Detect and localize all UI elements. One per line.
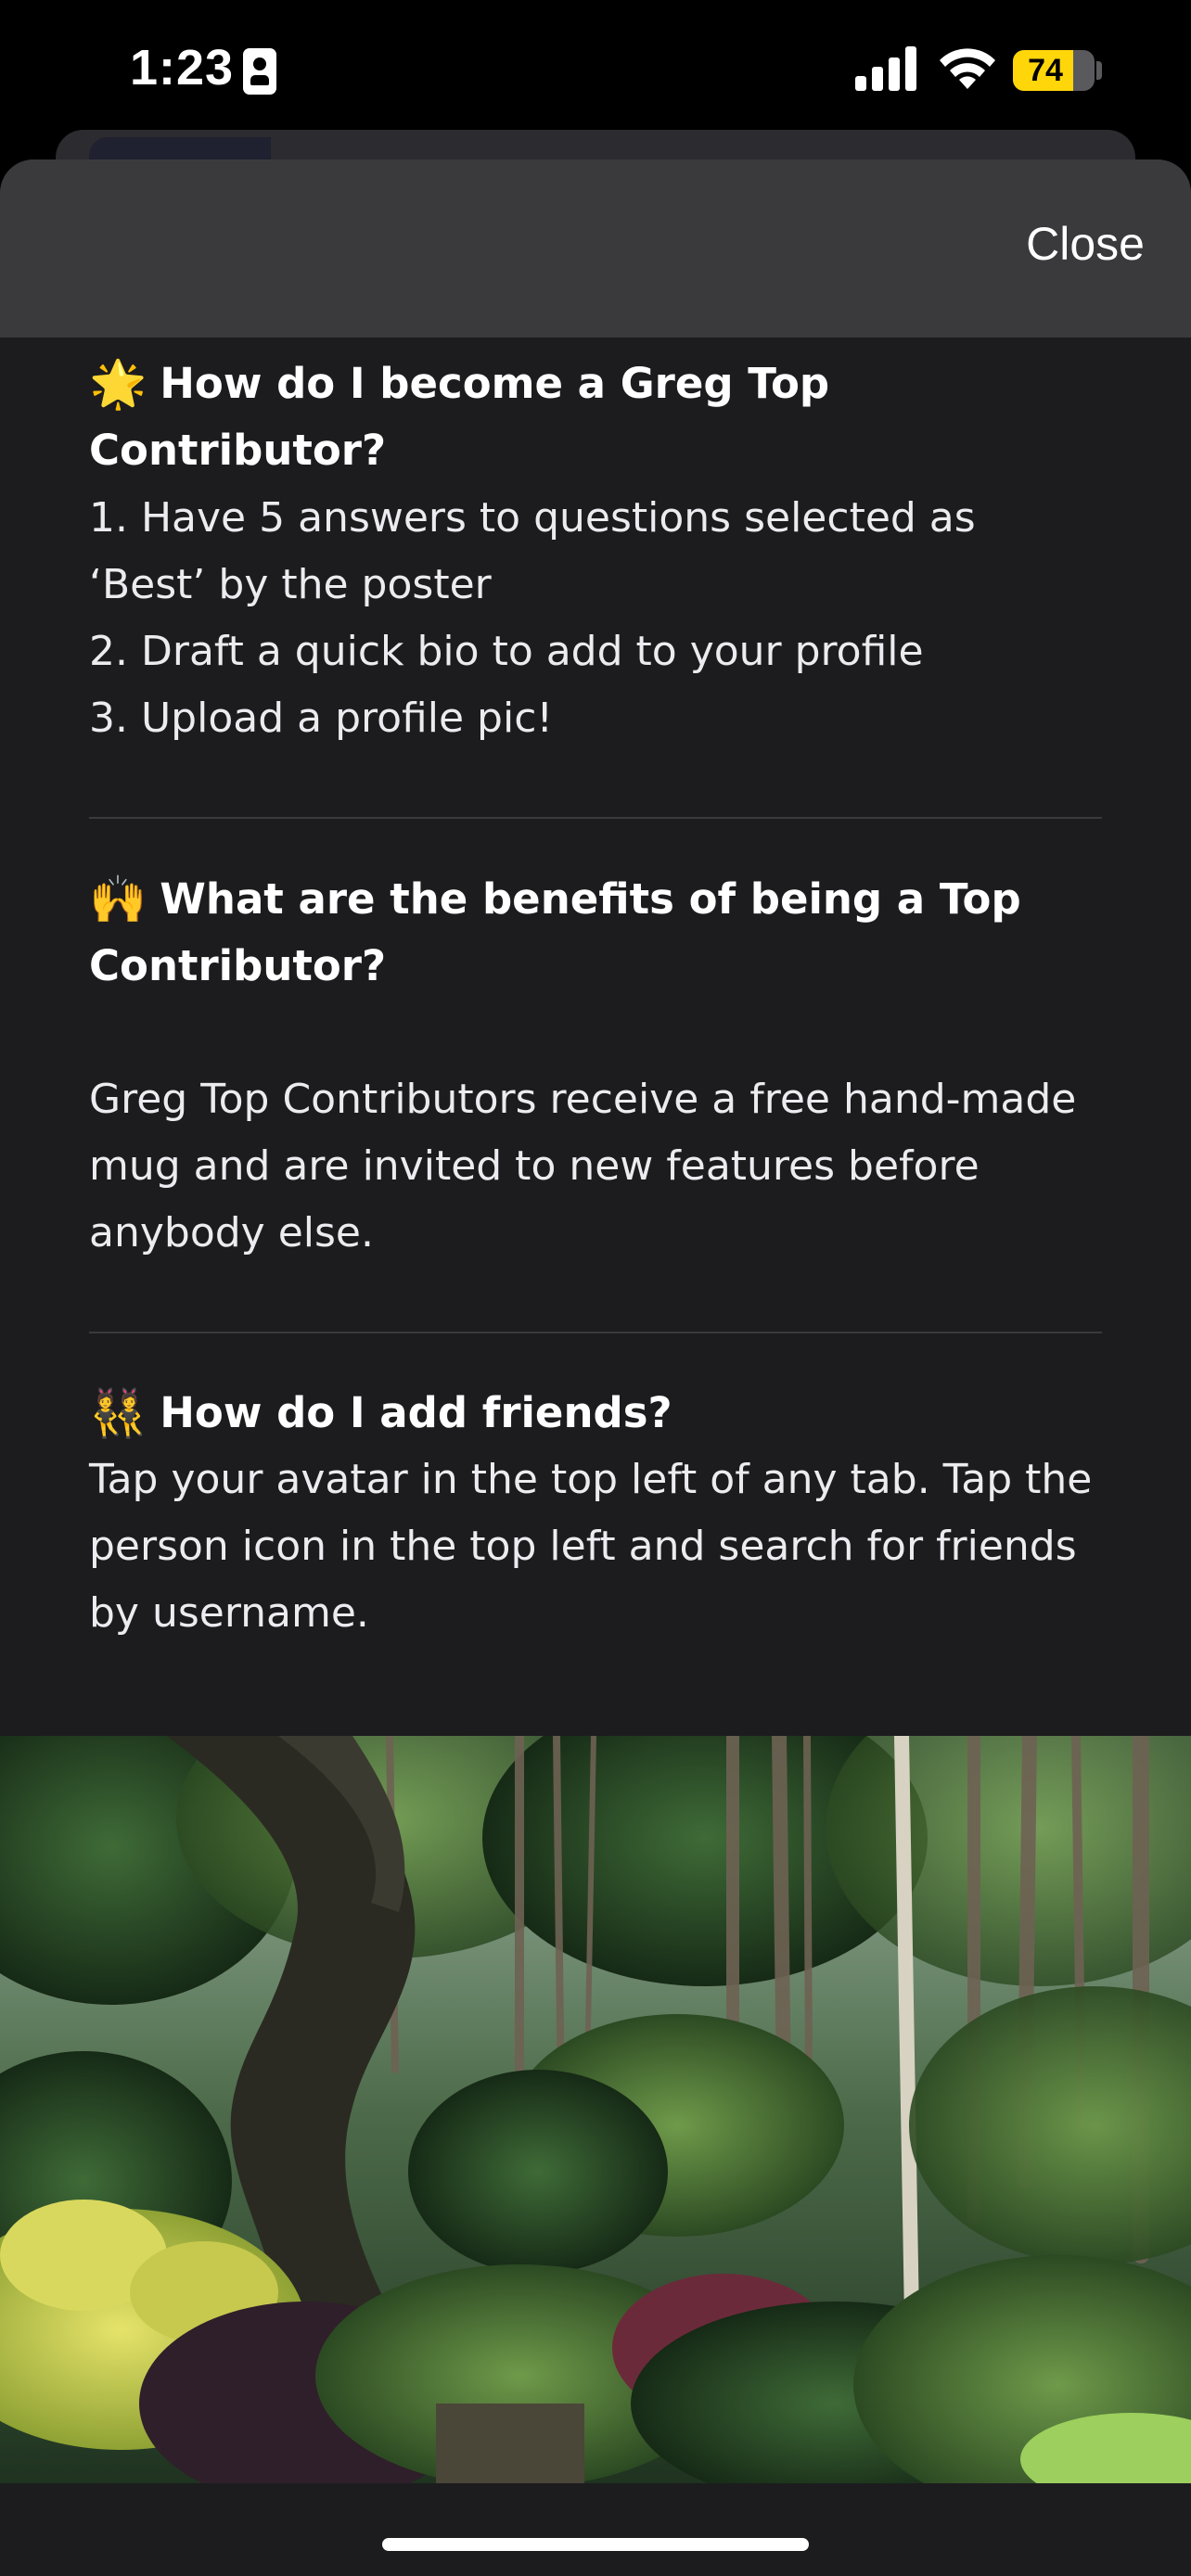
faq-title-text: How do I add friends?: [160, 1388, 672, 1437]
faq-title: 🌟 How do I become a Greg Top Contributor?: [89, 351, 1102, 484]
faq-title: 👯 How do I add friends?: [89, 1380, 1102, 1447]
list-item: 2. Draft a quick bio to add to your prof…: [89, 628, 924, 675]
battery-tip: [1096, 61, 1102, 80]
jungle-photo: [0, 1736, 1191, 2483]
faq-body: Tap your avatar in the top left of any t…: [89, 1456, 1093, 1637]
id-badge-icon: [243, 48, 276, 95]
screen: 1:23 74 Close 🌟 How do I become a Greg T…: [0, 0, 1191, 2576]
status-time: 1:23: [130, 40, 235, 96]
divider: [89, 1332, 1102, 1333]
list-item: 3. Upload a profile pic!: [89, 695, 554, 742]
raised-hands-icon: 🙌: [89, 873, 147, 926]
battery-icon: 74: [1013, 50, 1095, 91]
battery-level: 74: [1028, 53, 1063, 88]
divider: [89, 817, 1102, 819]
faq-steps-list: 1. Have 5 answers to questions selected …: [89, 485, 1102, 752]
list-item: 1. Have 5 answers to questions selected …: [89, 494, 976, 608]
faq-title-text: What are the benefits of being a Top Con…: [89, 874, 1021, 990]
wifi-icon: [940, 48, 995, 89]
faq-body: Greg Top Contributors receive a free han…: [89, 1076, 1077, 1256]
faq-title: 🙌 What are the benefits of being a Top Co…: [89, 866, 1102, 1000]
status-bar: 1:23 74: [0, 0, 1191, 139]
sheet-header: Close: [0, 159, 1191, 338]
faq-title-text: How do I become a Greg Top Contributor?: [89, 359, 830, 475]
star-icon: 🌟: [89, 357, 147, 411]
people-icon: 👯: [89, 1386, 147, 1440]
close-button[interactable]: Close: [1026, 217, 1145, 271]
signal-icon: [855, 46, 916, 91]
home-indicator[interactable]: [382, 2538, 809, 2551]
